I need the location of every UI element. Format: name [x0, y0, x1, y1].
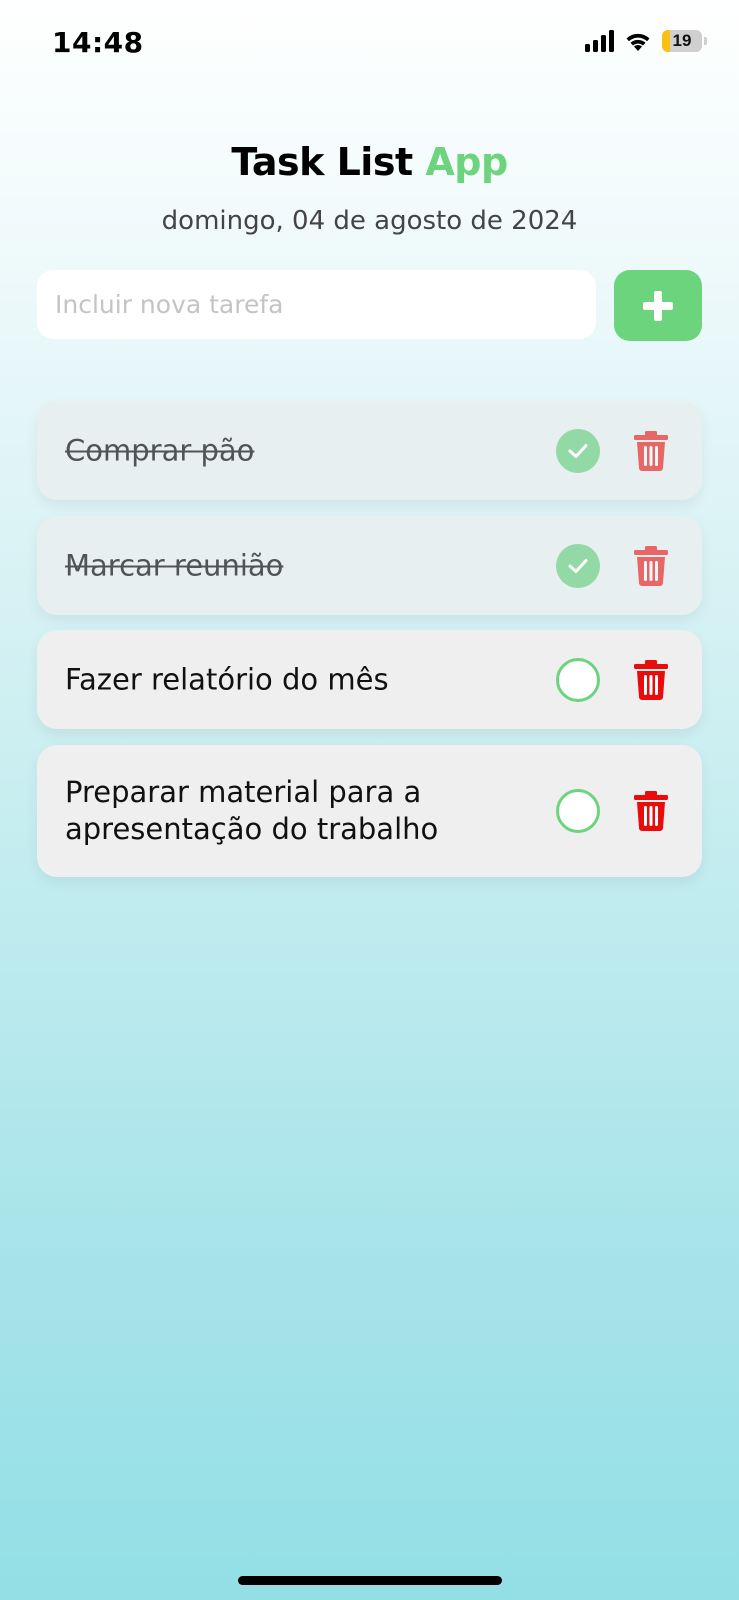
- page-title: Task List App: [0, 140, 739, 184]
- complete-toggle[interactable]: [556, 657, 600, 702]
- battery-icon: 19: [662, 30, 707, 52]
- title-main: Task List: [231, 140, 413, 184]
- delete-button[interactable]: [633, 545, 669, 586]
- trash-icon: [634, 659, 668, 700]
- task-item: Marcar reunião: [37, 516, 702, 615]
- task-item: Comprar pão: [37, 401, 702, 500]
- task-text: Marcar reunião: [65, 548, 284, 582]
- complete-toggle[interactable]: [556, 428, 600, 473]
- check-icon: [568, 558, 588, 573]
- task-item: Fazer relatório do mês: [37, 630, 702, 729]
- wifi-icon: [626, 33, 650, 51]
- new-task-input[interactable]: [37, 270, 596, 339]
- home-indicator[interactable]: [238, 1576, 502, 1585]
- task-text: Fazer relatório do mês: [65, 662, 389, 696]
- trash-icon: [634, 430, 668, 471]
- add-task-button[interactable]: [614, 270, 702, 341]
- signal-icon: [585, 30, 614, 52]
- task-text: Comprar pão: [65, 433, 255, 467]
- complete-toggle[interactable]: [556, 789, 600, 833]
- delete-button[interactable]: [633, 791, 669, 831]
- battery-level: 19: [672, 31, 692, 50]
- task-text: Preparar material para a apresentação do…: [65, 775, 439, 846]
- status-time: 14:48: [52, 26, 144, 59]
- check-icon: [568, 443, 588, 458]
- trash-icon: [634, 545, 668, 586]
- status-icons: 19: [585, 30, 707, 52]
- status-bar: 14:48 19: [0, 0, 739, 90]
- task-item: Preparar material para a apresentação do…: [37, 745, 702, 877]
- title-accent: App: [425, 140, 508, 184]
- complete-toggle[interactable]: [556, 543, 600, 588]
- delete-button[interactable]: [633, 659, 669, 700]
- plus-icon: [643, 290, 673, 321]
- date-label: domingo, 04 de agosto de 2024: [161, 206, 578, 236]
- trash-icon: [634, 791, 668, 831]
- delete-button[interactable]: [633, 430, 669, 471]
